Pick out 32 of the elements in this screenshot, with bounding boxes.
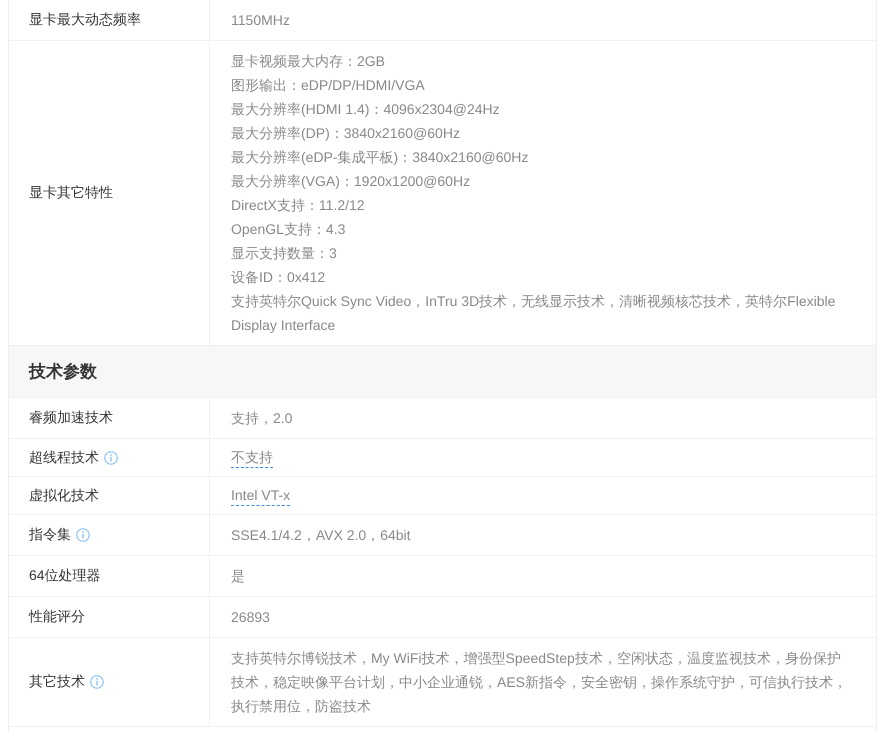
- spec-value: 最大分辨率(DP)：3840x2160@60Hz: [231, 124, 460, 143]
- spec-value: 支持英特尔Quick Sync Video，InTru 3D技术，无线显示技术，清晰视频核芯技术，英特尔Flexible Display Interface: [231, 292, 836, 335]
- spec-value: 支持，2.0: [231, 409, 292, 428]
- section-title: 技术参数: [29, 361, 97, 383]
- spec-label: 睿频加速技术: [29, 409, 113, 427]
- spec-label: 显卡最大动态频率: [29, 11, 141, 29]
- spec-link[interactable]: 不支持: [231, 447, 273, 468]
- spec-label: 其它技术: [29, 673, 85, 691]
- spec-value: 图形输出：eDP/DP/HDMI/VGA: [231, 76, 425, 95]
- spec-link[interactable]: Intel VT-x: [231, 485, 290, 506]
- spec-value: DirectX支持：11.2/12: [231, 196, 365, 215]
- spec-value: 支持英特尔博锐技术，My WiFi技术，增强型SpeedStep技术，空闲状态，温度监视技术，身份保护技术，稳定映像平台计划，中小企业通锐，AES新指令，安全密钥，操作系统守护，可信执行技术，执行禁用位，防盗技术: [231, 649, 848, 716]
- spec-value: 最大分辨率(VGA)：1920x1200@60Hz: [231, 172, 470, 191]
- spec-value: 最大分辨率(eDP-集成平板)：3840x2160@60Hz: [231, 148, 528, 167]
- spec-value: 显示支持数量：3: [231, 244, 337, 263]
- spec-value: SSE4.1/4.2，AVX 2.0，64bit: [231, 526, 411, 545]
- spec-label: 64位处理器: [29, 567, 101, 585]
- info-icon[interactable]: [76, 528, 90, 542]
- spec-value: 最大分辨率(HDMI 1.4)：4096x2304@24Hz: [231, 100, 500, 119]
- spec-value: 26893: [231, 608, 270, 627]
- spec-label: 显卡其它特性: [29, 184, 113, 202]
- spec-value: 是: [231, 567, 245, 586]
- spec-label: 虚拟化技术: [29, 486, 99, 504]
- spec-label: 超线程技术: [29, 448, 99, 466]
- info-icon[interactable]: [90, 675, 104, 689]
- spec-label: 指令集: [29, 526, 71, 544]
- info-icon[interactable]: [104, 450, 118, 464]
- spec-value: 设备ID：0x412: [231, 268, 326, 287]
- spec-label: 性能评分: [29, 608, 85, 626]
- spec-value: 1150MHz: [231, 11, 290, 30]
- spec-value: OpenGL支持：4.3: [231, 220, 346, 239]
- spec-value: 显卡视频最大内存：2GB: [231, 52, 386, 71]
